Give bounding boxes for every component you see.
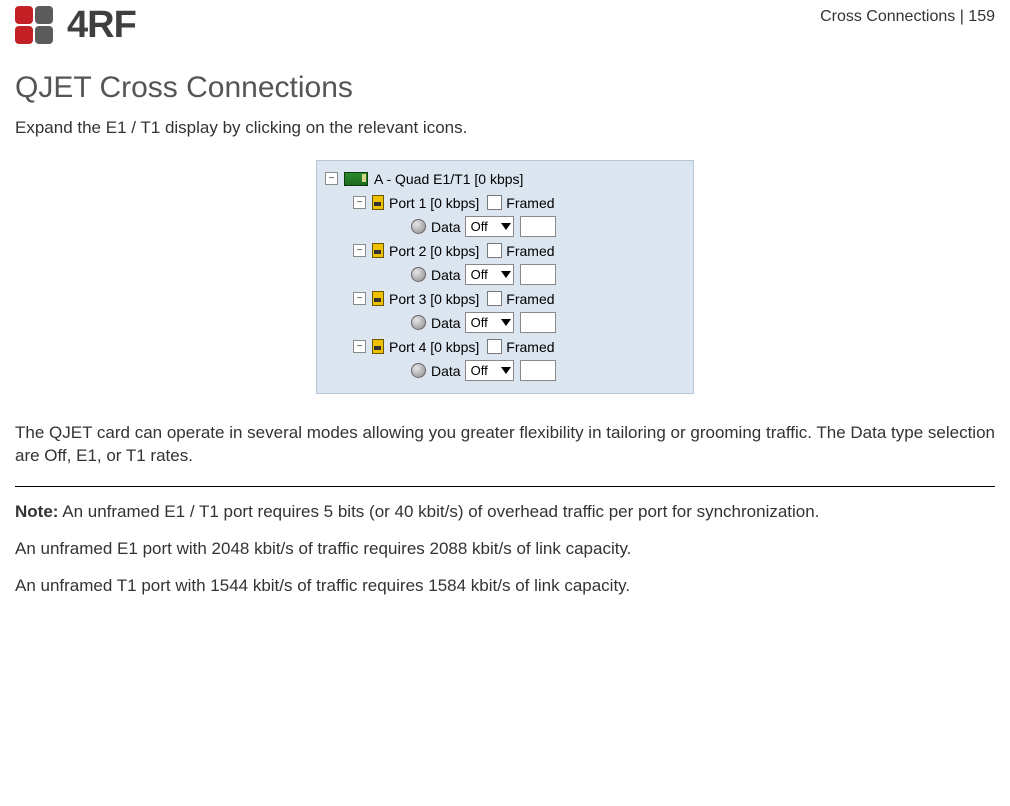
note-text-1: An unframed E1 / T1 port requires 5 bits… [58,502,819,521]
card-icon [344,172,368,186]
note-line-2: An unframed E1 port with 2048 kbit/s of … [15,538,995,561]
chevron-down-icon [501,271,511,278]
framed-checkbox[interactable] [487,243,502,258]
data-select-value: Off [471,219,488,234]
tree-data-row: Data Off [411,359,685,383]
chevron-down-icon [501,367,511,374]
data-label: Data [431,219,461,235]
framed-checkbox[interactable] [487,291,502,306]
data-label: Data [431,315,461,331]
data-text-field[interactable] [520,264,556,285]
note-line-1: Note: An unframed E1 / T1 port requires … [15,501,995,524]
intro-text: Expand the E1 / T1 display by clicking o… [15,117,995,140]
data-label: Data [431,267,461,283]
tree-port-row: − Port 4 [0 kbps] Framed [353,335,685,359]
tree-port-row: − Port 1 [0 kbps] Framed [353,191,685,215]
expander-icon[interactable]: − [353,292,366,305]
port-label: Port 2 [0 kbps] [389,243,479,259]
port-icon [372,243,384,258]
data-icon [411,219,426,234]
note-label: Note: [15,502,58,521]
port-label: Port 1 [0 kbps] [389,195,479,211]
tree-root-row: − A - Quad E1/T1 [0 kbps] [325,167,685,191]
data-select-value: Off [471,315,488,330]
framed-label: Framed [506,291,554,307]
data-icon [411,267,426,282]
brand-logo-mark [15,6,59,46]
framed-checkbox[interactable] [487,339,502,354]
port-icon [372,291,384,306]
chevron-down-icon [501,319,511,326]
tree-port-row: − Port 2 [0 kbps] Framed [353,239,685,263]
data-icon [411,363,426,378]
data-select[interactable]: Off [465,312,514,333]
page-location: Cross Connections | 159 [820,6,995,26]
expander-icon[interactable]: − [353,340,366,353]
expander-icon[interactable]: − [353,244,366,257]
data-select[interactable]: Off [465,264,514,285]
tree-data-row: Data Off [411,263,685,287]
expander-icon[interactable]: − [325,172,338,185]
tree-root-label: A - Quad E1/T1 [0 kbps] [374,171,523,187]
data-label: Data [431,363,461,379]
brand-logo-text: 4RF [67,4,136,47]
port-icon [372,195,384,210]
note-block: Note: An unframed E1 / T1 port requires … [15,501,995,598]
page-header: 4RF Cross Connections | 159 [15,0,995,47]
framed-label: Framed [506,339,554,355]
page-title: QJET Cross Connections [15,71,995,105]
framed-checkbox[interactable] [487,195,502,210]
port-icon [372,339,384,354]
tree-panel: − A - Quad E1/T1 [0 kbps] − Port 1 [0 kb… [316,160,694,394]
data-select-value: Off [471,363,488,378]
data-text-field[interactable] [520,360,556,381]
note-line-3: An unframed T1 port with 1544 kbit/s of … [15,575,995,598]
port-label: Port 3 [0 kbps] [389,291,479,307]
brand-logo: 4RF [15,4,136,47]
port-label: Port 4 [0 kbps] [389,339,479,355]
data-text-field[interactable] [520,216,556,237]
data-icon [411,315,426,330]
framed-label: Framed [506,243,554,259]
paragraph-modes: The QJET card can operate in several mod… [15,422,995,468]
data-select[interactable]: Off [465,360,514,381]
data-select[interactable]: Off [465,216,514,237]
expander-icon[interactable]: − [353,196,366,209]
framed-label: Framed [506,195,554,211]
tree-data-row: Data Off [411,311,685,335]
data-select-value: Off [471,267,488,282]
tree-data-row: Data Off [411,215,685,239]
tree-port-row: − Port 3 [0 kbps] Framed [353,287,685,311]
divider [15,486,995,487]
data-text-field[interactable] [520,312,556,333]
chevron-down-icon [501,223,511,230]
